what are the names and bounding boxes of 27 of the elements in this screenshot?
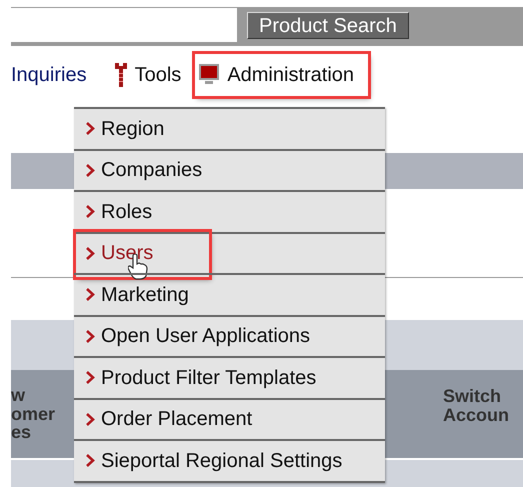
column-header: Switch Accoun (443, 387, 510, 425)
chevron-icon (86, 288, 95, 302)
chevron-icon (86, 246, 95, 260)
nav-link[interactable]: Inquiries (11, 60, 87, 90)
chevron-icon (86, 330, 95, 343)
chevron-icon (86, 371, 95, 384)
chevron-icon (86, 122, 95, 136)
menu-item[interactable]: Sieportal Regional Settings (101, 446, 342, 476)
chevron-icon (86, 205, 95, 218)
menu-item[interactable]: Users (101, 238, 154, 268)
column-header: w omer es (11, 386, 56, 442)
wrench-icon (114, 63, 127, 87)
chevron-icon (86, 412, 95, 426)
menu-item[interactable]: Marketing (101, 280, 189, 310)
chevron-icon (86, 454, 95, 468)
menu-item[interactable]: Product Filter Templates (101, 362, 316, 393)
search-field[interactable] (11, 8, 237, 42)
menu-item[interactable]: Roles (101, 196, 152, 227)
nav-link[interactable]: Tools (134, 60, 182, 90)
nav-link[interactable]: Administration (227, 60, 354, 90)
menu-item[interactable]: Region (101, 114, 164, 144)
menu-item[interactable]: Open User Applications (101, 321, 310, 352)
search-button[interactable]: Product Search (247, 12, 409, 39)
chevron-icon (86, 164, 95, 177)
menu-item[interactable]: Companies (101, 155, 202, 186)
monitor-icon (199, 64, 220, 86)
menu-item[interactable]: Order Placement (101, 404, 252, 434)
